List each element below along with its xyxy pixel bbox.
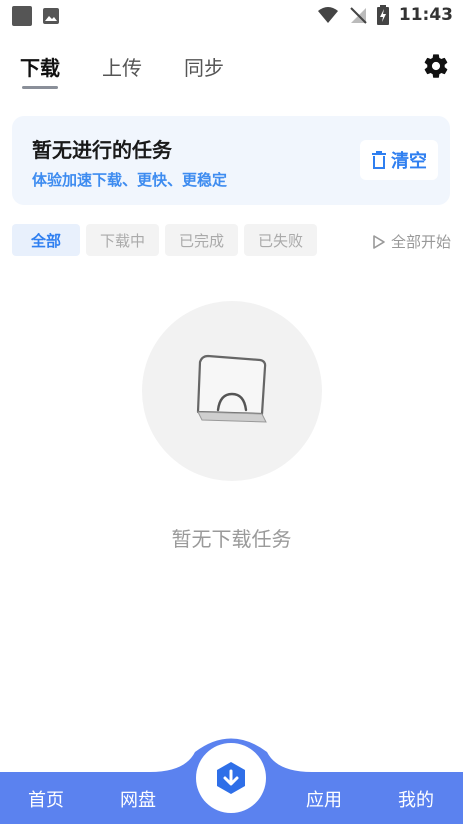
clock: 11:43 xyxy=(398,5,453,25)
nav-disk[interactable]: 网盘 xyxy=(120,786,156,812)
start-all-label: 全部开始 xyxy=(390,233,451,251)
card-subtitle[interactable]: 体验加速下载、更快、更稳定 xyxy=(32,169,227,190)
nav-apps[interactable]: 应用 xyxy=(306,786,342,812)
notification-icon xyxy=(12,6,32,26)
settings-gear-icon[interactable] xyxy=(422,52,450,80)
play-icon xyxy=(373,234,385,249)
nav-home[interactable]: 首页 xyxy=(28,786,64,812)
transfer-center-button[interactable] xyxy=(196,743,266,813)
filter-downloading[interactable]: 下载中 xyxy=(86,224,160,256)
start-all-button[interactable]: 全部开始 xyxy=(371,231,451,252)
clear-button-label: 清空 xyxy=(391,151,427,172)
task-info-card: 暂无进行的任务 体验加速下载、更快、更稳定 清空 xyxy=(12,116,450,205)
empty-box-icon xyxy=(196,354,267,423)
image-notification-icon xyxy=(43,8,59,24)
no-signal-icon xyxy=(350,7,367,24)
top-tabs: 下载 上传 同步 xyxy=(20,52,224,89)
download-icon xyxy=(217,762,245,794)
battery-charging-icon xyxy=(376,5,389,25)
empty-state-text: 暂无下载任务 xyxy=(171,527,292,551)
card-title: 暂无进行的任务 xyxy=(32,138,172,162)
nav-mine[interactable]: 我的 xyxy=(398,786,434,812)
filter-all[interactable]: 全部 xyxy=(12,224,81,256)
wifi-icon xyxy=(317,7,338,23)
filter-failed[interactable]: 已失败 xyxy=(244,224,318,256)
tab-download[interactable]: 下载 xyxy=(20,52,60,89)
filter-completed[interactable]: 已完成 xyxy=(165,224,239,256)
tab-sync[interactable]: 同步 xyxy=(184,52,224,89)
status-bar: 11:43 xyxy=(0,0,463,32)
trash-icon xyxy=(372,151,386,169)
filter-chips: 全部 下载中 已完成 已失败 xyxy=(12,224,318,256)
clear-button[interactable]: 清空 xyxy=(360,140,438,180)
tab-upload[interactable]: 上传 xyxy=(102,52,142,89)
